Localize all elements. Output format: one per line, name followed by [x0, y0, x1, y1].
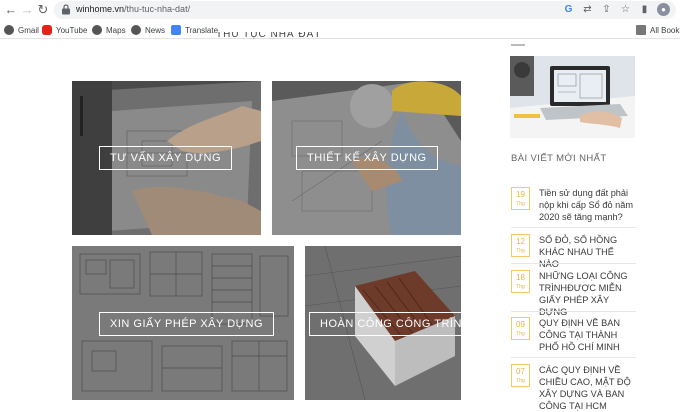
- service-label: THIẾT KẾ XÂY DỰNG: [296, 146, 438, 170]
- translate-page-icon[interactable]: ⇄: [581, 3, 594, 16]
- profile-avatar-icon[interactable]: ●: [657, 3, 670, 16]
- bookmarks-bar: Gmail YouTube Maps News Translate All Bo…: [0, 21, 680, 39]
- post-divider: [511, 311, 636, 312]
- post-date-badge: 12 Thg: [511, 234, 530, 257]
- page-title: THỦ TỤC NHÀ ĐẤT: [216, 32, 322, 40]
- globe-icon: [92, 25, 102, 35]
- laptop-design-photo: [510, 56, 635, 138]
- bookmark-label: Gmail: [18, 25, 39, 35]
- share-icon[interactable]: ⇪: [600, 3, 613, 16]
- bookmark-gmail[interactable]: Gmail: [4, 24, 39, 36]
- service-tile-completion[interactable]: HOÀN CÔNG CÔNG TRÌNH: [305, 246, 461, 400]
- sidebar-divider: [511, 44, 525, 46]
- post-title-link[interactable]: Tiền sử dụng đất phải nộp khi cấp Sổ đỏ …: [539, 187, 635, 223]
- sidebar-featured-image[interactable]: [510, 56, 635, 138]
- back-icon[interactable]: ←: [4, 3, 18, 17]
- post-date-badge: 19 Thg: [511, 187, 530, 210]
- translate-icon: [171, 25, 181, 35]
- url-path: /thu-tuc-nha-dat/: [124, 4, 191, 14]
- latest-posts-heading: BÀI VIẾT MỚI NHẤT: [511, 153, 607, 164]
- globe-icon: [131, 25, 141, 35]
- bookmark-maps[interactable]: Maps: [92, 24, 126, 36]
- post-day: 09: [516, 320, 525, 329]
- service-tile-permit[interactable]: XIN GIẤY PHÉP XÂY DỰNG: [72, 246, 294, 400]
- post-title-link[interactable]: QUY ĐỊNH VỀ BAN CÔNG TẠI THÀNH PHỐ HỒ CH…: [539, 317, 635, 353]
- service-label: XIN GIẤY PHÉP XÂY DỰNG: [99, 312, 275, 336]
- post-day: 18: [516, 273, 525, 282]
- site-info-icon[interactable]: [61, 4, 71, 15]
- bookmark-label: News: [145, 25, 166, 35]
- post-divider: [511, 357, 636, 358]
- post-date-badge: 07 Thg: [511, 364, 530, 387]
- post-day: 12: [516, 237, 525, 246]
- bookmark-star-icon[interactable]: ☆: [619, 3, 632, 16]
- post-month: Thg: [516, 201, 525, 207]
- post-divider: [511, 263, 636, 264]
- google-icon[interactable]: G: [562, 3, 575, 16]
- post-month: Thg: [516, 331, 525, 337]
- browser-toolbar: ← → ↻ winhome.vn/thu-tuc-nha-dat/ G ⇄ ⇪ …: [0, 0, 680, 20]
- post-month: Thg: [516, 378, 525, 384]
- bookmark-translate[interactable]: Translate: [171, 24, 218, 36]
- post-title-link[interactable]: CÁC QUY ĐỊNH VỀ CHIỀU CAO, MẬT ĐỘ XÂY DỰ…: [539, 364, 635, 412]
- bookmark-label: Translate: [185, 25, 219, 35]
- folder-icon: [636, 25, 646, 35]
- post-date-badge: 18 Thg: [511, 270, 530, 293]
- bookmark-label: Maps: [106, 25, 126, 35]
- service-tile-consulting[interactable]: TƯ VẤN XÂY DỰNG: [72, 81, 261, 235]
- bookmark-youtube[interactable]: YouTube: [42, 24, 87, 36]
- globe-icon: [4, 25, 14, 35]
- side-panel-icon[interactable]: ▮: [638, 3, 651, 16]
- url-text: winhome.vn/thu-tuc-nha-dat/: [76, 4, 190, 14]
- all-bookmarks-label: All Bookm: [650, 25, 680, 35]
- post-month: Thg: [516, 284, 525, 290]
- post-date-badge: 09 Thg: [511, 317, 530, 340]
- post-divider: [511, 227, 636, 228]
- bookmark-label: YouTube: [56, 25, 88, 35]
- post-month: Thg: [516, 248, 525, 254]
- forward-icon[interactable]: →: [20, 3, 34, 17]
- all-bookmarks[interactable]: All Bookm: [636, 24, 680, 36]
- post-day: 19: [516, 190, 525, 199]
- reload-icon[interactable]: ↻: [36, 3, 50, 17]
- service-label: HOÀN CÔNG CÔNG TRÌNH: [309, 312, 461, 336]
- post-title-link[interactable]: SỔ ĐỎ, SỔ HỒNG KHÁC NHAU THẾ NÀO: [539, 234, 635, 270]
- bookmark-news[interactable]: News: [131, 24, 165, 36]
- post-day: 07: [516, 367, 525, 376]
- service-label: TƯ VẤN XÂY DỰNG: [99, 146, 233, 170]
- service-tile-design[interactable]: THIẾT KẾ XÂY DỰNG: [272, 81, 461, 235]
- address-bar[interactable]: winhome.vn/thu-tuc-nha-dat/ G ⇄ ⇪ ☆ ▮ ●: [54, 1, 676, 19]
- url-host: winhome.vn: [76, 4, 125, 14]
- youtube-icon: [42, 25, 52, 35]
